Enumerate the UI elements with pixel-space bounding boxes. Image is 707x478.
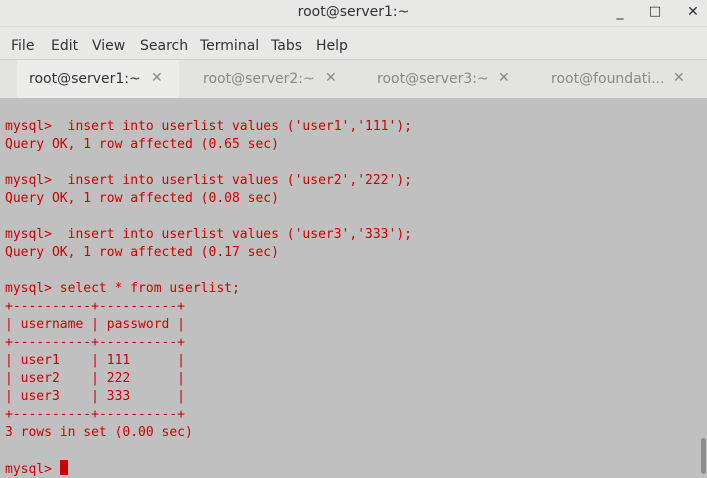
- menu-bar: File Edit View Search Terminal Tabs Help: [0, 27, 707, 59]
- terminal-line: mysql> insert into userlist values ('use…: [5, 119, 412, 134]
- text-cursor: [59, 460, 68, 475]
- menu-help[interactable]: Help: [316, 38, 348, 54]
- title-bar: root@server1:~ _ □ ✕: [0, 0, 707, 27]
- tab-close-icon[interactable]: ✕: [151, 70, 163, 86]
- terminal-line: Query OK, 1 row affected (0.17 sec): [5, 245, 279, 260]
- terminal-line: | user2 | 222 |: [5, 371, 186, 386]
- tab-close-icon[interactable]: ✕: [498, 70, 510, 86]
- terminal-line: mysql> insert into userlist values ('use…: [5, 173, 412, 188]
- menu-terminal[interactable]: Terminal: [200, 38, 259, 54]
- menu-view[interactable]: View: [92, 38, 125, 54]
- terminal-line: +----------+----------+: [5, 335, 186, 350]
- terminal-view[interactable]: mysql> insert into userlist values ('use…: [0, 98, 707, 478]
- scrollbar-thumb[interactable]: [701, 438, 706, 474]
- terminal-line: 3 rows in set (0.00 sec): [5, 425, 193, 440]
- terminal-line: mysql> insert into userlist values ('use…: [5, 227, 412, 242]
- menu-edit[interactable]: Edit: [51, 38, 78, 54]
- tab-bar: root@server1:~ ✕ root@server2:~ ✕ root@s…: [0, 59, 707, 101]
- tab-label: root@server3:~: [377, 71, 489, 87]
- prompt-line[interactable]: mysql>: [5, 460, 699, 478]
- terminal-line: | user1 | 111 |: [5, 353, 186, 368]
- terminal-line: | user3 | 333 |: [5, 389, 186, 404]
- terminal-line: Query OK, 1 row affected (0.08 sec): [5, 191, 279, 206]
- terminal-line: +----------+----------+: [5, 299, 186, 314]
- menu-tabs[interactable]: Tabs: [271, 38, 302, 54]
- tab-server1[interactable]: root@server1:~ ✕: [17, 60, 179, 101]
- prompt-text: mysql>: [5, 462, 60, 477]
- tab-label: root@foundati...: [551, 71, 665, 87]
- terminal-line: +----------+----------+: [5, 407, 186, 422]
- tab-server2[interactable]: root@server2:~ ✕: [190, 60, 350, 98]
- terminal-line: | username | password |: [5, 317, 186, 332]
- scrollbar[interactable]: [699, 98, 707, 478]
- minimize-icon[interactable]: _: [606, 1, 634, 23]
- menu-search[interactable]: Search: [140, 38, 188, 54]
- tab-server3[interactable]: root@server3:~ ✕: [365, 60, 525, 98]
- close-icon[interactable]: ✕: [679, 1, 707, 23]
- menu-file[interactable]: File: [11, 38, 34, 54]
- tab-label: root@server2:~: [203, 71, 315, 87]
- maximize-icon[interactable]: □: [641, 1, 669, 23]
- tab-foundation[interactable]: root@foundati... ✕: [539, 60, 701, 98]
- window-title: root@server1:~: [297, 4, 410, 20]
- terminal-output: mysql> insert into userlist values ('use…: [5, 118, 699, 478]
- tab-close-icon[interactable]: ✕: [673, 70, 685, 86]
- terminal-line: mysql> select * from userlist;: [5, 281, 240, 296]
- terminal-line: Query OK, 1 row affected (0.65 sec): [5, 137, 279, 152]
- tab-close-icon[interactable]: ✕: [325, 70, 337, 86]
- tab-label: root@server1:~: [29, 71, 141, 87]
